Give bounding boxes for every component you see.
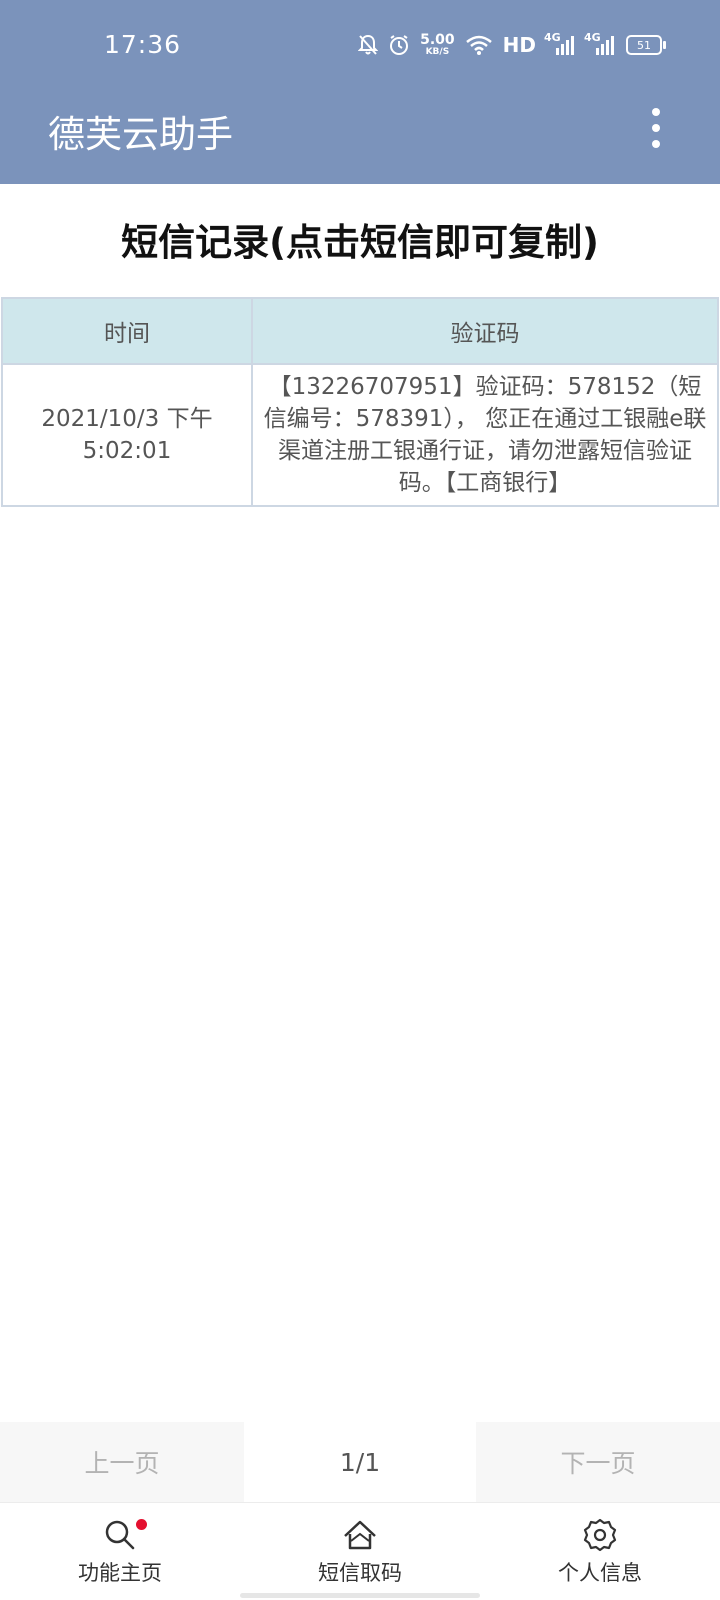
- nav-label: 功能主页: [78, 1561, 162, 1585]
- next-page-button[interactable]: 下一页: [476, 1422, 720, 1502]
- gear-icon: [583, 1518, 617, 1552]
- alarm-icon: [390, 35, 409, 55]
- sms-table: 时间 验证码 2021/10/3 下午5:02:01 【13226707951】…: [1, 297, 719, 507]
- sim1-tag: 4G: [544, 31, 561, 44]
- home-icon: [344, 1520, 376, 1550]
- network-speed-unit: KB/S: [425, 47, 450, 57]
- page-indicator: 1/1: [244, 1422, 476, 1502]
- search-icon: [105, 1520, 135, 1550]
- page-title: 短信记录(点击短信即可复制): [121, 221, 599, 264]
- more-dot-icon: [652, 140, 660, 148]
- network-speed: 5.00 KB/S: [420, 33, 455, 57]
- hd-label: HD: [502, 33, 536, 57]
- nav-label: 短信取码: [318, 1561, 402, 1585]
- signal-sim1: 4G: [544, 31, 576, 56]
- table-header-row: 时间 验证码: [1, 297, 719, 365]
- more-options-button[interactable]: [644, 108, 668, 148]
- prev-page-button[interactable]: 上一页: [0, 1422, 244, 1502]
- nav-item-sms-code[interactable]: 短信取码: [240, 1503, 480, 1600]
- status-time: 17:36: [104, 30, 182, 59]
- bottom-nav: 功能主页 短信取码 个人信息: [0, 1502, 720, 1600]
- table-row[interactable]: 2021/10/3 下午5:02:01 【13226707951】验证码：578…: [1, 363, 719, 507]
- app-screen: 17:36 5.00 KB/S HD 4G 4G 51 德芙云助手 短信记录(点…: [0, 0, 720, 1600]
- app-header: 17:36 5.00 KB/S HD 4G 4G 51 德芙云助手: [0, 0, 720, 184]
- nav-item-home[interactable]: 功能主页: [0, 1503, 240, 1600]
- header-time: 时间: [1, 297, 253, 365]
- notification-badge: [136, 1519, 147, 1530]
- more-dot-icon: [652, 124, 660, 132]
- nav-label: 个人信息: [558, 1561, 642, 1585]
- status-icons: 5.00 KB/S HD 4G 4G 51: [358, 30, 666, 60]
- sms-message-cell[interactable]: 【13226707951】验证码：578152（短信编号：578391）， 您正…: [251, 363, 719, 507]
- wifi-icon: [465, 35, 492, 55]
- network-speed-value: 5.00: [420, 32, 455, 48]
- signal-sim2: 4G: [584, 31, 616, 56]
- home-indicator[interactable]: [240, 1593, 480, 1598]
- nav-item-profile[interactable]: 个人信息: [480, 1503, 720, 1600]
- mute-bell-icon: [358, 34, 379, 55]
- sms-time-cell[interactable]: 2021/10/3 下午5:02:01: [1, 363, 253, 507]
- pagination: 上一页 1/1 下一页: [0, 1422, 720, 1502]
- more-dot-icon: [652, 108, 660, 116]
- header-code: 验证码: [251, 297, 719, 365]
- sim2-tag: 4G: [584, 31, 601, 44]
- battery-icon: 51: [626, 35, 666, 55]
- app-title: 德芙云助手: [48, 113, 233, 156]
- battery-level: 51: [637, 38, 651, 52]
